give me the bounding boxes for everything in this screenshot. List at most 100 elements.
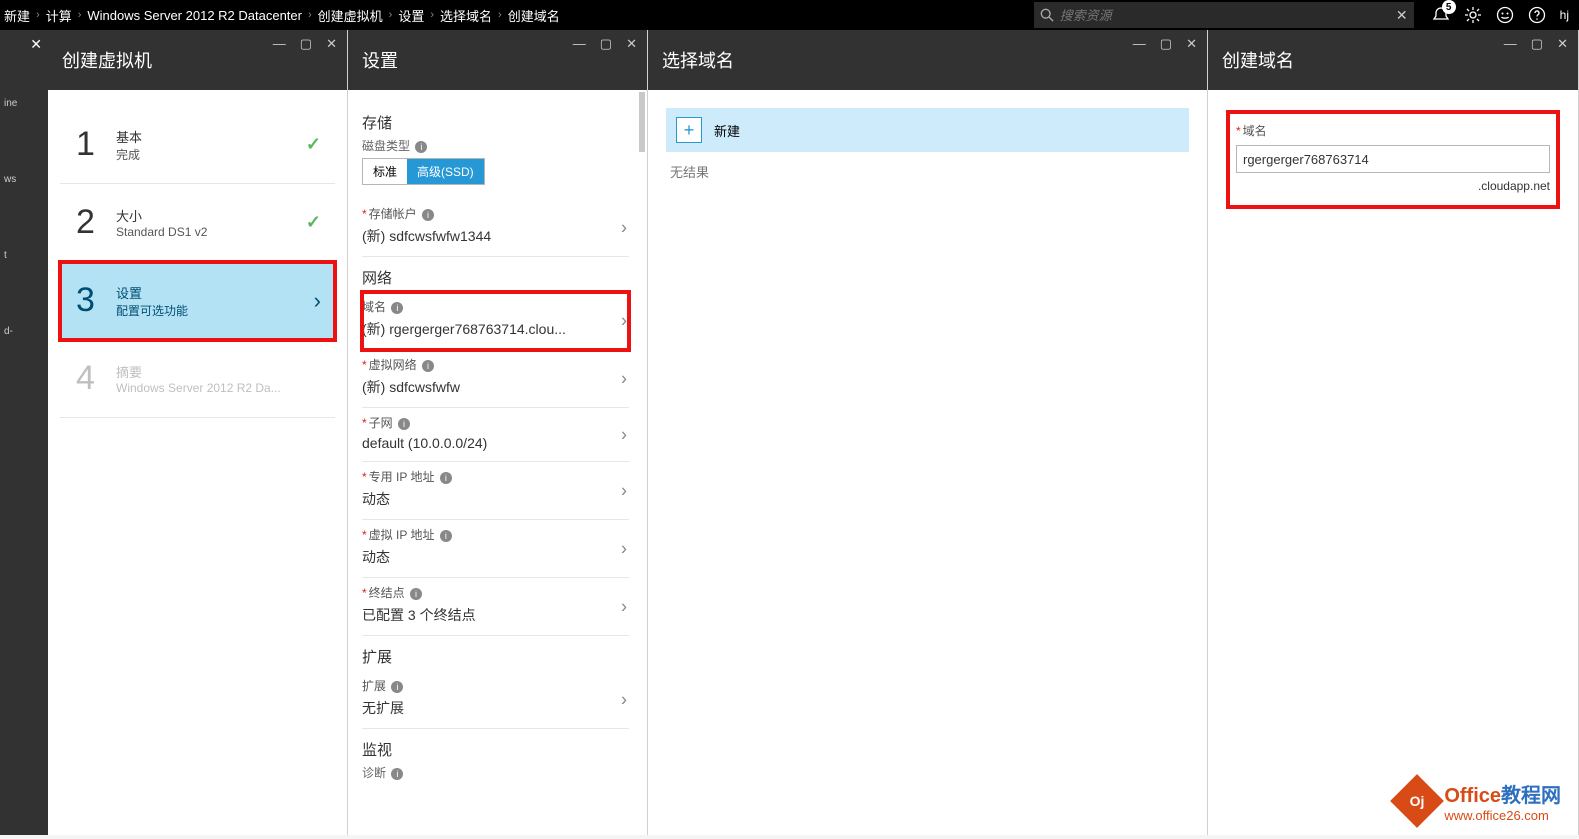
chevron-right-icon: › bbox=[36, 9, 40, 21]
info-icon[interactable]: i bbox=[391, 681, 403, 693]
field-domain[interactable]: 域名 i (新) rgergerger768763714.clou... › bbox=[362, 292, 629, 350]
left-nav-strip: ✕ ine ws t d- bbox=[0, 30, 48, 835]
toggle-premium[interactable]: 高级(SSD) bbox=[407, 159, 484, 184]
minimize-icon[interactable]: — bbox=[1504, 36, 1517, 52]
top-icons: 5 hj bbox=[1422, 6, 1579, 24]
top-bar: 新建 › 计算 › Windows Server 2012 R2 Datacente… bbox=[0, 0, 1579, 30]
notifications-icon[interactable]: 5 bbox=[1432, 6, 1450, 24]
chevron-right-icon: › bbox=[389, 9, 393, 21]
search-input[interactable] bbox=[1060, 8, 1396, 23]
chevron-right-icon: › bbox=[621, 424, 627, 445]
breadcrumb-item[interactable]: 计算 bbox=[46, 6, 72, 25]
scrollbar[interactable] bbox=[639, 92, 645, 152]
field-endpoints[interactable]: *终结点 i 已配置 3 个终结点 › bbox=[362, 578, 629, 636]
chevron-right-icon: › bbox=[78, 9, 82, 21]
domain-suffix: .cloudapp.net bbox=[1236, 179, 1550, 193]
info-icon[interactable]: i bbox=[440, 530, 452, 542]
new-label: 新建 bbox=[714, 121, 740, 140]
chevron-right-icon: › bbox=[621, 480, 627, 501]
section-network: 网络 bbox=[362, 267, 643, 288]
step-settings[interactable]: 3 设置配置可选功能 bbox=[60, 262, 335, 340]
chevron-right-icon: › bbox=[621, 689, 627, 710]
new-domain-button[interactable]: + 新建 bbox=[666, 108, 1189, 152]
maximize-icon[interactable]: ▢ bbox=[1160, 36, 1172, 52]
plus-icon: + bbox=[676, 117, 702, 143]
nav-fragment: t bbox=[0, 248, 48, 264]
blade-header: 创建虚拟机 — ▢ ✕ bbox=[48, 30, 347, 90]
section-extensions: 扩展 bbox=[362, 646, 643, 667]
domain-input[interactable] bbox=[1236, 145, 1550, 173]
chevron-right-icon: › bbox=[621, 217, 627, 238]
search-box[interactable]: ✕ bbox=[1034, 2, 1414, 28]
search-icon bbox=[1040, 8, 1054, 22]
blade-create-domain: 创建域名 — ▢ ✕ *域名 .cloudapp.net bbox=[1208, 30, 1579, 835]
breadcrumb-item[interactable]: 新建 bbox=[4, 6, 30, 25]
no-results-label: 无结果 bbox=[666, 162, 1189, 181]
section-monitor: 监视 bbox=[362, 739, 643, 760]
close-icon[interactable]: ✕ bbox=[1186, 36, 1197, 52]
info-icon[interactable]: i bbox=[422, 209, 434, 221]
step-summary: 4 摘要Windows Server 2012 R2 Da... bbox=[60, 340, 335, 418]
diagnostics-label: 诊断 i bbox=[362, 764, 643, 781]
toggle-standard[interactable]: 标准 bbox=[363, 159, 407, 184]
breadcrumb-item[interactable]: Windows Server 2012 R2 Datacenter bbox=[87, 8, 302, 23]
chevron-right-icon: › bbox=[621, 596, 627, 617]
disk-type-label: 磁盘类型 i bbox=[362, 137, 643, 154]
maximize-icon[interactable]: ▢ bbox=[600, 36, 612, 52]
notification-count: 5 bbox=[1442, 0, 1456, 14]
disk-type-toggle[interactable]: 标准 高级(SSD) bbox=[362, 158, 485, 185]
info-icon[interactable]: i bbox=[415, 141, 427, 153]
info-icon[interactable]: i bbox=[398, 418, 410, 430]
chevron-right-icon: › bbox=[621, 310, 627, 331]
blade-header: 设置 — ▢ ✕ bbox=[348, 30, 647, 90]
section-storage: 存储 bbox=[362, 112, 643, 133]
blade-choose-domain: 选择域名 — ▢ ✕ + 新建 无结果 bbox=[648, 30, 1208, 835]
nav-fragment: d- bbox=[0, 324, 48, 340]
field-vnet[interactable]: *虚拟网络 i (新) sdfcwsfwfw › bbox=[362, 350, 629, 408]
blade-title: 设置 bbox=[362, 47, 398, 73]
nav-fragment: ws bbox=[0, 172, 48, 188]
info-icon[interactable]: i bbox=[391, 768, 403, 780]
gear-icon[interactable] bbox=[1464, 6, 1482, 24]
watermark: Office教程网 www.office26.com bbox=[1398, 779, 1561, 823]
blade-header: 选择域名 — ▢ ✕ bbox=[648, 30, 1207, 90]
blade-title: 创建虚拟机 bbox=[62, 47, 152, 73]
field-extensions[interactable]: 扩展 i 无扩展 › bbox=[362, 671, 629, 729]
close-icon[interactable]: ✕ bbox=[1557, 36, 1568, 52]
field-virtual-ip[interactable]: *虚拟 IP 地址 i 动态 › bbox=[362, 520, 629, 578]
chevron-right-icon: › bbox=[430, 9, 434, 21]
blade-title: 创建域名 bbox=[1222, 47, 1294, 73]
close-icon[interactable]: ✕ bbox=[326, 36, 337, 52]
minimize-icon[interactable]: — bbox=[1133, 36, 1146, 52]
help-icon[interactable] bbox=[1528, 6, 1546, 24]
info-icon[interactable]: i bbox=[422, 360, 434, 372]
chevron-right-icon: › bbox=[498, 9, 502, 21]
close-icon[interactable]: ✕ bbox=[626, 36, 637, 52]
maximize-icon[interactable]: ▢ bbox=[1531, 36, 1543, 52]
breadcrumb-item[interactable]: 选择域名 bbox=[440, 6, 492, 25]
watermark-brand: Office教程网 bbox=[1444, 779, 1561, 808]
blade-settings: 设置 — ▢ ✕ 存储 磁盘类型 i 标准 高级(SSD) *存储帐户 i (新… bbox=[348, 30, 648, 835]
watermark-url: www.office26.com bbox=[1444, 808, 1561, 823]
breadcrumb-item[interactable]: 设置 bbox=[398, 6, 424, 25]
field-subnet[interactable]: *子网 i default (10.0.0.0/24) › bbox=[362, 408, 629, 462]
breadcrumb-item[interactable]: 创建虚拟机 bbox=[318, 6, 383, 25]
step-size[interactable]: 2 大小Standard DS1 v2 bbox=[60, 184, 335, 262]
clear-search-icon[interactable]: ✕ bbox=[1396, 7, 1408, 24]
field-private-ip[interactable]: *专用 IP 地址 i 动态 › bbox=[362, 462, 629, 520]
blade-title: 选择域名 bbox=[662, 47, 734, 73]
chevron-right-icon: › bbox=[308, 9, 312, 21]
field-storage-account[interactable]: *存储帐户 i (新) sdfcwsfwfw1344 › bbox=[362, 199, 629, 257]
feedback-icon[interactable] bbox=[1496, 6, 1514, 24]
info-icon[interactable]: i bbox=[410, 588, 422, 600]
user-label[interactable]: hj bbox=[1560, 8, 1569, 22]
close-icon[interactable]: ✕ bbox=[30, 36, 42, 53]
maximize-icon[interactable]: ▢ bbox=[300, 36, 312, 52]
watermark-logo-icon bbox=[1390, 774, 1444, 828]
info-icon[interactable]: i bbox=[440, 472, 452, 484]
info-icon[interactable]: i bbox=[391, 302, 403, 314]
minimize-icon[interactable]: — bbox=[273, 36, 286, 52]
minimize-icon[interactable]: — bbox=[573, 36, 586, 52]
step-basic[interactable]: 1 基本完成 bbox=[60, 106, 335, 184]
breadcrumb-item[interactable]: 创建域名 bbox=[508, 6, 560, 25]
